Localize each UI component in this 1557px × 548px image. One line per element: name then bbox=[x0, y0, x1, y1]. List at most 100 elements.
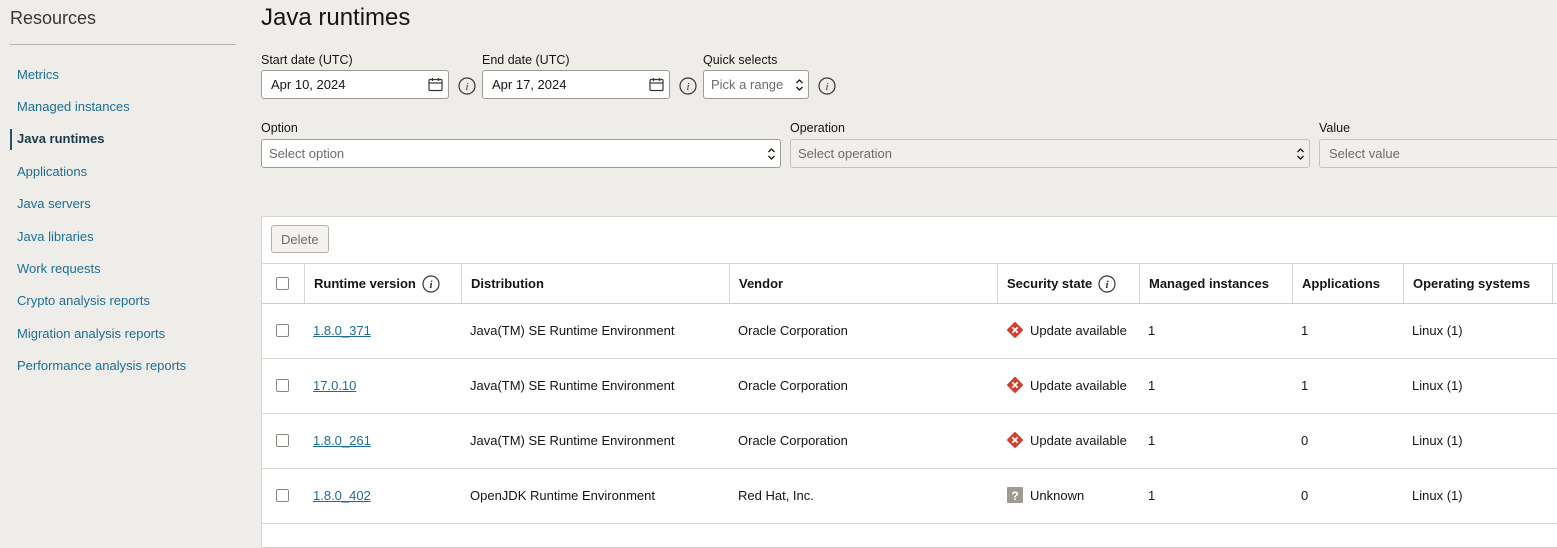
sidebar-item-performance-analysis-reports[interactable]: Performance analysis reports bbox=[0, 350, 250, 382]
operating-systems-cell: Linux (1) bbox=[1412, 487, 1463, 503]
sidebar-item-applications[interactable]: Applications bbox=[0, 155, 250, 187]
operation-placeholder: Select operation bbox=[798, 146, 892, 161]
row-select-cell bbox=[262, 468, 304, 522]
vendor-cell: Oracle Corporation bbox=[738, 377, 848, 393]
col-vendor[interactable]: Vendor bbox=[729, 264, 997, 303]
svg-text:i: i bbox=[429, 279, 433, 291]
operation-select[interactable]: Select operation bbox=[790, 139, 1310, 168]
quick-selects-info-icon[interactable]: i bbox=[818, 77, 836, 95]
page-title: Java runtimes bbox=[261, 4, 411, 31]
select-arrows-icon bbox=[762, 140, 780, 167]
option-label: Option bbox=[261, 121, 298, 135]
runtime-version-link[interactable]: 17.0.10 bbox=[313, 378, 356, 393]
option-placeholder: Select option bbox=[269, 146, 345, 161]
start-date-label: Start date (UTC) bbox=[261, 53, 353, 67]
end-date-input[interactable]: Apr 17, 2024 bbox=[482, 70, 670, 99]
value-label: Value bbox=[1319, 121, 1351, 135]
unknown-icon: ? bbox=[1006, 486, 1024, 504]
col-runtime-version[interactable]: Runtime version i bbox=[304, 264, 461, 303]
quick-selects-label: Quick selects bbox=[703, 53, 778, 67]
delete-button[interactable]: Delete bbox=[271, 225, 329, 253]
select-arrows-icon bbox=[1291, 140, 1309, 167]
operating-systems-cell: Linux (1) bbox=[1412, 377, 1463, 393]
quick-selects-select[interactable]: Pick a range bbox=[703, 70, 809, 99]
applications-cell: 0 bbox=[1301, 487, 1309, 503]
security-state-text: Update available bbox=[1030, 322, 1127, 338]
runtimes-table-panel: Delete Runtime version i Distribution Ve… bbox=[261, 216, 1557, 548]
sidebar-item-metrics[interactable]: Metrics bbox=[0, 58, 250, 90]
security-state-cell: Update available bbox=[997, 303, 1139, 357]
end-date-info-icon[interactable]: i bbox=[679, 77, 697, 95]
runtime-version-info-icon[interactable]: i bbox=[422, 274, 440, 293]
runtime-version-cell: 17.0.10 bbox=[304, 358, 461, 412]
managed-instances-cell: 1 bbox=[1148, 322, 1156, 338]
distribution-cell: OpenJDK Runtime Environment bbox=[470, 487, 655, 503]
svg-text:i: i bbox=[1106, 279, 1110, 291]
sidebar-item-java-runtimes[interactable]: Java runtimes bbox=[0, 123, 250, 155]
col-security-state[interactable]: Security state i bbox=[997, 264, 1139, 303]
sidebar-item-crypto-analysis-reports[interactable]: Crypto analysis reports bbox=[0, 285, 250, 317]
col-runtime-version-label: Runtime version bbox=[314, 276, 416, 291]
col-applications[interactable]: Applications bbox=[1292, 264, 1403, 303]
row-checkbox[interactable] bbox=[276, 378, 289, 392]
vendor-cell: Red Hat, Inc. bbox=[738, 487, 814, 503]
table-row: 1.8.0_261 Java(TM) SE Runtime Environmen… bbox=[262, 413, 1557, 469]
resources-sidebar: Resources Metrics Managed instances Java… bbox=[0, 0, 250, 531]
start-date-input[interactable]: Apr 10, 2024 bbox=[261, 70, 449, 99]
calendar-icon[interactable] bbox=[643, 71, 669, 98]
quick-selects-placeholder: Pick a range bbox=[711, 77, 784, 92]
distribution-cell: Java(TM) SE Runtime Environment bbox=[470, 377, 675, 393]
sidebar-title: Resources bbox=[10, 8, 97, 28]
error-icon bbox=[1006, 376, 1024, 394]
managed-instances-cell: 1 bbox=[1148, 377, 1156, 393]
table-header: Runtime version i Distribution Vendor Se… bbox=[262, 263, 1557, 304]
sidebar-nav: Metrics Managed instances Java runtimes … bbox=[0, 58, 250, 382]
col-operating-systems[interactable]: Operating systems bbox=[1403, 264, 1553, 303]
vendor-cell: Oracle Corporation bbox=[738, 432, 848, 448]
col-distribution[interactable]: Distribution bbox=[461, 264, 729, 303]
svg-text:?: ? bbox=[1011, 489, 1018, 503]
select-all-checkbox[interactable] bbox=[276, 277, 289, 290]
col-managed-instances[interactable]: Managed instances bbox=[1139, 264, 1292, 303]
distribution-cell: Java(TM) SE Runtime Environment bbox=[470, 432, 675, 448]
sidebar-item-java-servers[interactable]: Java servers bbox=[0, 188, 250, 220]
sidebar-divider bbox=[10, 44, 236, 45]
svg-text:i: i bbox=[825, 81, 828, 93]
col-security-state-label: Security state bbox=[1007, 276, 1093, 291]
vendor-cell: Oracle Corporation bbox=[738, 322, 848, 338]
runtime-version-cell: 1.8.0_261 bbox=[304, 413, 461, 467]
select-arrows-icon bbox=[790, 71, 808, 98]
runtime-version-link[interactable]: 1.8.0_402 bbox=[313, 488, 371, 503]
runtime-version-link[interactable]: 1.8.0_371 bbox=[313, 323, 371, 338]
start-date-info-icon[interactable]: i bbox=[458, 77, 476, 95]
value-placeholder: Select value bbox=[1329, 146, 1400, 161]
row-select-cell bbox=[262, 358, 304, 412]
security-state-info-icon[interactable]: i bbox=[1098, 274, 1116, 293]
table-row: 17.0.10 Java(TM) SE Runtime Environment … bbox=[262, 358, 1557, 414]
calendar-icon[interactable] bbox=[422, 71, 448, 98]
applications-cell: 0 bbox=[1301, 432, 1309, 448]
security-state-text: Update available bbox=[1030, 377, 1127, 393]
runtime-version-cell: 1.8.0_402 bbox=[304, 468, 461, 522]
security-state-cell: Update available bbox=[997, 358, 1139, 412]
end-date-value: Apr 17, 2024 bbox=[492, 77, 567, 92]
row-checkbox[interactable] bbox=[276, 323, 289, 337]
operating-systems-cell: Linux (1) bbox=[1412, 322, 1463, 338]
svg-text:i: i bbox=[465, 81, 468, 93]
table-row: 1.8.0_371 Java(TM) SE Runtime Environmen… bbox=[262, 303, 1557, 359]
runtime-version-link[interactable]: 1.8.0_261 bbox=[313, 433, 371, 448]
sidebar-item-java-libraries[interactable]: Java libraries bbox=[0, 220, 250, 252]
operation-label: Operation bbox=[790, 121, 845, 135]
sidebar-item-migration-analysis-reports[interactable]: Migration analysis reports bbox=[0, 317, 250, 349]
security-state-cell: ? Unknown bbox=[997, 468, 1139, 522]
sidebar-item-work-requests[interactable]: Work requests bbox=[0, 252, 250, 284]
value-select[interactable]: Select value bbox=[1319, 139, 1557, 168]
row-checkbox[interactable] bbox=[276, 433, 289, 447]
managed-instances-cell: 1 bbox=[1148, 432, 1156, 448]
distribution-cell: Java(TM) SE Runtime Environment bbox=[470, 322, 675, 338]
row-select-cell bbox=[262, 303, 304, 357]
option-select[interactable]: Select option bbox=[261, 139, 781, 168]
error-icon bbox=[1006, 431, 1024, 449]
row-checkbox[interactable] bbox=[276, 488, 289, 502]
sidebar-item-managed-instances[interactable]: Managed instances bbox=[0, 90, 250, 122]
